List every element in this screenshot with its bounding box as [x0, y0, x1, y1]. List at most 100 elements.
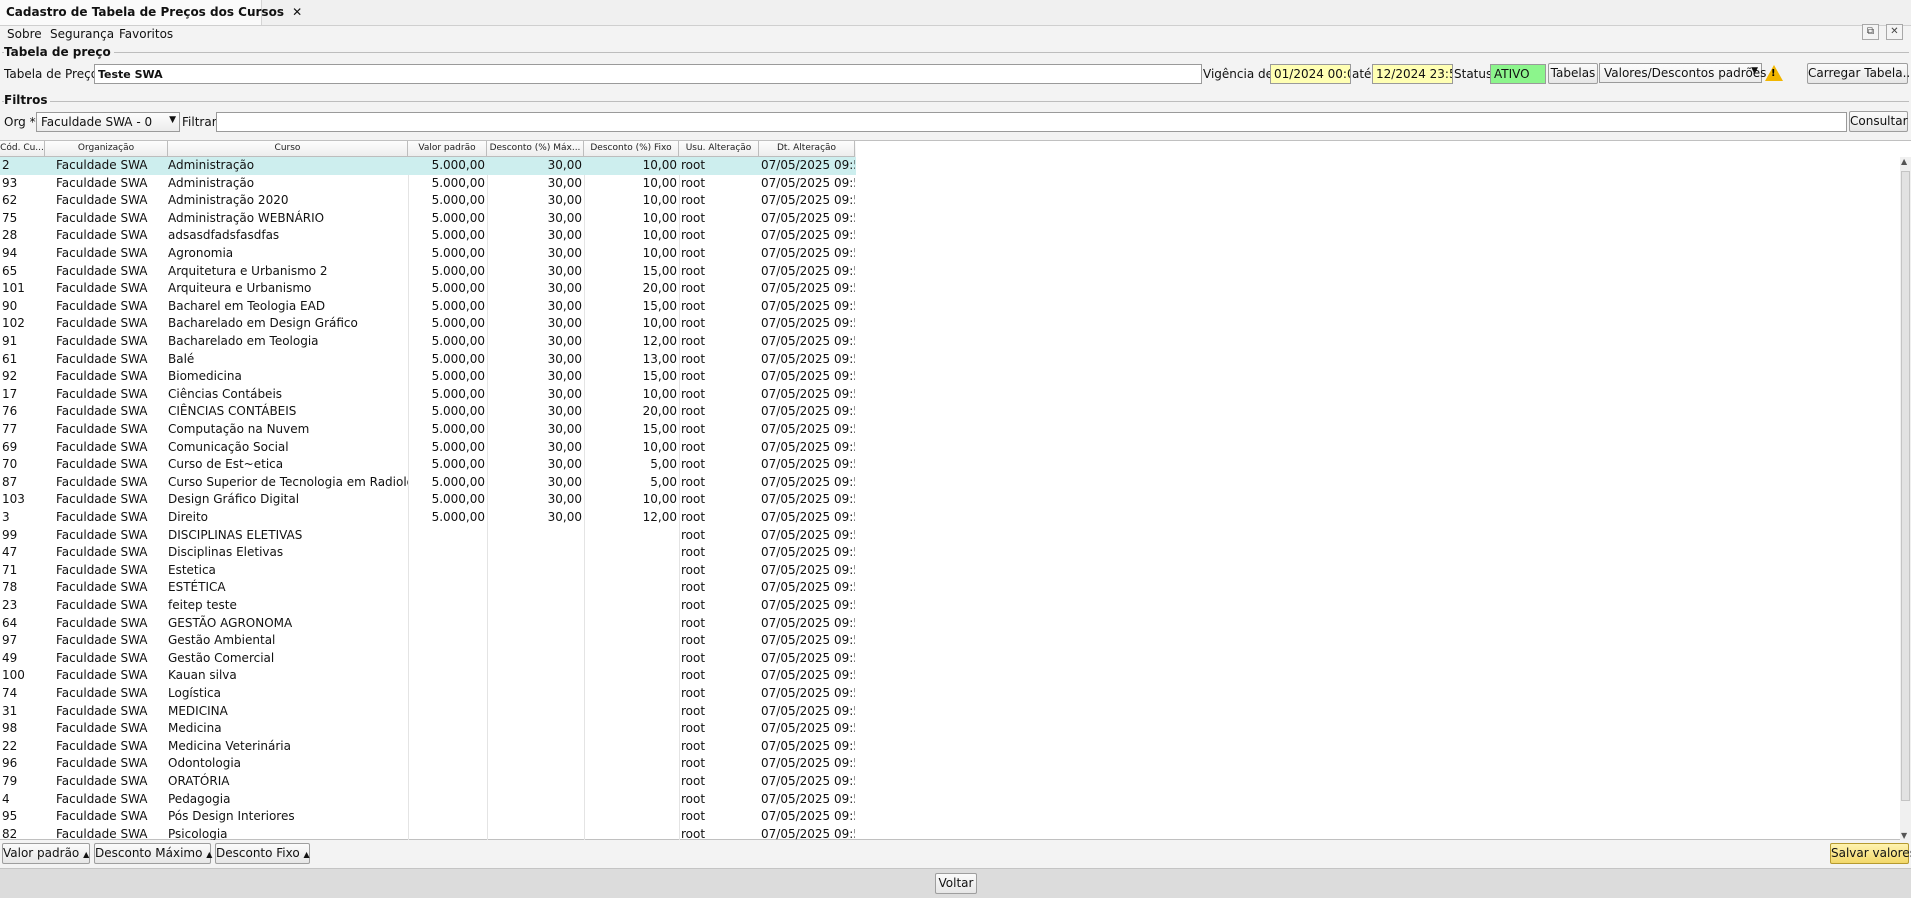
table-row[interactable]: 69 Faculdade SWA Comunicação Social 5.000,0…	[0, 439, 856, 457]
tabelas-button[interactable]: Tabelas	[1548, 63, 1598, 84]
vertical-scrollbar[interactable]: ▲ ▼	[1900, 157, 1911, 840]
status-field[interactable]: ATIVO	[1490, 64, 1546, 84]
table-row[interactable]: 94 Faculdade SWA Agronomia 5.000,00 30,00 10,…	[0, 245, 856, 263]
tabela-input[interactable]: Teste SWA	[94, 64, 1202, 84]
table-row[interactable]: 102 Faculdade SWA Bacharelado em Design Gr…	[0, 315, 856, 333]
cell-curso: Estetica	[168, 562, 216, 577]
cell-desconto-fixo	[584, 755, 679, 773]
table-row[interactable]: 103 Faculdade SWA Design Gráfico Digital 5.…	[0, 491, 856, 509]
valores-descontos-select[interactable]: Valores/Descontos padrões ▼	[1599, 63, 1766, 83]
cell-desconto-max: 30,00	[547, 510, 582, 524]
table-row[interactable]: 82 Faculdade SWA Psicologia root 07/05/2025 …	[0, 826, 856, 840]
consultar-button[interactable]: Consultar	[1849, 111, 1908, 132]
scroll-down-icon[interactable]: ▼	[1901, 831, 1907, 840]
cell-usu-alteracao: root	[681, 527, 706, 542]
column-header-dt-alteracao[interactable]: Dt. Alteração	[759, 141, 855, 157]
cell-usu-alteracao: root	[681, 774, 706, 788]
valor-padrao-button[interactable]: Valor padrão ▲	[2, 843, 90, 864]
column-header-cod[interactable]: Cód. Cu...	[0, 141, 45, 157]
cell-dt-alteracao: 07/05/2025 09:57	[761, 281, 855, 296]
table-row[interactable]: 28 Faculdade SWA adsasdfadsfasdfas 5.000,00…	[0, 227, 856, 245]
table-row[interactable]: 17 Faculdade SWA Ciências Contábeis 5.000,0…	[0, 386, 856, 404]
cell-desconto-max: 30,00	[547, 439, 582, 454]
cell-valor-padrao	[408, 703, 487, 721]
cell-desconto-fixo: 13,00	[642, 351, 677, 366]
table-row[interactable]: 22 Faculdade SWA Medicina Veterinária root 0…	[0, 738, 856, 756]
filtrar-input[interactable]	[216, 112, 1847, 132]
cell-valor-padrao	[408, 544, 487, 562]
cell-organizacao: Faculdade SWA	[56, 386, 148, 401]
table-row[interactable]: 47 Faculdade SWA Disciplinas Eletivas root 0…	[0, 544, 856, 562]
table-row[interactable]: 74 Faculdade SWA Logística root 07/05/2025 0…	[0, 685, 856, 703]
cell-curso: Gestão Comercial	[168, 650, 275, 665]
tabela-preco-legend: Tabela de preço	[4, 45, 114, 59]
table-row[interactable]: 96 Faculdade SWA Odontologia root 07/05/2025…	[0, 755, 856, 773]
table-row[interactable]: 98 Faculdade SWA Medicina root 07/05/2025 09…	[0, 720, 856, 738]
salvar-valores-button[interactable]: Salvar valores	[1830, 843, 1911, 864]
table-row[interactable]: 78 Faculdade SWA ESTÉTICA root 07/05/2025 09…	[0, 579, 856, 597]
table-row[interactable]: 64 Faculdade SWA GESTÃO AGRONOMA root 07/05/…	[0, 615, 856, 633]
desconto-fixo-button[interactable]: Desconto Fixo ▲	[215, 843, 310, 864]
table-row[interactable]: 61 Faculdade SWA Balé 5.000,00 30,00 13,00 roo…	[0, 351, 856, 369]
table-row[interactable]: 87 Faculdade SWA Curso Superior de Tecnolo…	[0, 474, 856, 492]
cell-usu-alteracao: root	[681, 281, 706, 296]
table-row[interactable]: 93 Faculdade SWA Administração 5.000,00 30,0…	[0, 175, 856, 193]
cell-valor-padrao: 5.000,00	[431, 158, 485, 172]
cell-cod: 78	[2, 580, 18, 595]
vigencia-ate-input[interactable]: 12/2024 23:59	[1372, 64, 1453, 84]
cell-cod: 82	[2, 826, 18, 840]
vigencia-de-input[interactable]: 01/2024 00:00	[1270, 64, 1351, 84]
table-row[interactable]: 3 Faculdade SWA Direito 5.000,00 30,00 12,00 r…	[0, 509, 856, 527]
cell-dt-alteracao: 07/05/2025 09:57	[761, 510, 855, 524]
table-row[interactable]: 4 Faculdade SWA Pedagogia root 07/05/2025 09…	[0, 791, 856, 809]
scroll-up-icon[interactable]: ▲	[1901, 157, 1907, 166]
column-header-curso[interactable]: Curso	[168, 141, 408, 157]
table-row[interactable]: 97 Faculdade SWA Gestão Ambiental root 07/05…	[0, 632, 856, 650]
column-header-valor-padrao[interactable]: Valor padrão	[408, 141, 487, 157]
filtros-legend: Filtros	[4, 93, 51, 107]
table-row[interactable]: 100 Faculdade SWA Kauan silva root 07/05/202…	[0, 667, 856, 685]
table-row[interactable]: 71 Faculdade SWA Estetica root 07/05/2025 09…	[0, 562, 856, 580]
table-row[interactable]: 49 Faculdade SWA Gestão Comercial root 07/05…	[0, 650, 856, 668]
table-row[interactable]: 90 Faculdade SWA Bacharel em Teologia EAD 5…	[0, 298, 856, 316]
table-row[interactable]: 65 Faculdade SWA Arquitetura e Urbanismo 2…	[0, 263, 856, 281]
column-header-desconto-max[interactable]: Desconto (%) Máx...	[487, 141, 584, 157]
tab-close-icon[interactable]: ✕	[292, 5, 302, 19]
table-row[interactable]: 101 Faculdade SWA Arquiteura e Urbanismo 5.…	[0, 280, 856, 298]
table-row[interactable]: 76 Faculdade SWA CIÊNCIAS CONTÁBEIS 5.000,0…	[0, 403, 856, 421]
column-header-organizacao[interactable]: Organização	[45, 141, 168, 157]
table-row[interactable]: 92 Faculdade SWA Biomedicina 5.000,00 30,00 1…	[0, 368, 856, 386]
table-row[interactable]: 91 Faculdade SWA Bacharelado em Teologia 5.…	[0, 333, 856, 351]
cell-valor-padrao	[408, 632, 487, 650]
cell-cod: 23	[2, 598, 18, 612]
carregar-tabela-button[interactable]: Carregar Tabela...	[1807, 63, 1911, 84]
table-row[interactable]: 95 Faculdade SWA Pós Design Interiores root…	[0, 808, 856, 826]
cell-desconto-fixo: 20,00	[642, 281, 677, 296]
table-row[interactable]: 31 Faculdade SWA MEDICINA root 07/05/2025 09…	[0, 703, 856, 721]
cell-desconto-max: 30,00	[547, 334, 582, 348]
menu-sobre[interactable]: Sobre	[7, 27, 42, 41]
table-row[interactable]: 23 Faculdade SWA feitep teste root 07/05/202…	[0, 597, 856, 615]
table-row[interactable]: 75 Faculdade SWA Administração WEBNÁRIO 5.0…	[0, 210, 856, 228]
tab-cadastro[interactable]: Cadastro de Tabela de Preços dos Cursos …	[0, 0, 302, 25]
table-row[interactable]: 77 Faculdade SWA Computação na Nuvem 5.000,…	[0, 421, 856, 439]
table-row[interactable]: 2 Faculdade SWA Administração 5.000,00 30,00…	[0, 157, 856, 175]
desconto-maximo-button[interactable]: Desconto Máximo ▲	[94, 843, 212, 864]
column-header-usu-alteracao[interactable]: Usu. Alteração	[679, 141, 759, 157]
table-row[interactable]: 79 Faculdade SWA ORATÓRIA root 07/05/2025 09…	[0, 773, 856, 791]
table-row[interactable]: 99 Faculdade SWA DISCIPLINAS ELETIVAS root 0…	[0, 527, 856, 545]
column-header-desconto-fixo[interactable]: Desconto (%) Fixo	[584, 141, 679, 157]
menu-seguranca[interactable]: Segurança	[50, 27, 114, 41]
table-row[interactable]: 70 Faculdade SWA Curso de Est~etica 5.000,0…	[0, 456, 856, 474]
cell-cod: 87	[2, 474, 18, 489]
table-row[interactable]: 62 Faculdade SWA Administração 2020 5.000,0…	[0, 192, 856, 210]
org-select[interactable]: Faculdade SWA - 0 ▼	[36, 112, 180, 132]
cell-valor-padrao: 5.000,00	[431, 457, 485, 472]
menu-favoritos[interactable]: Favoritos	[119, 27, 173, 41]
warning-icon[interactable]: !	[1765, 65, 1783, 81]
voltar-button[interactable]: Voltar	[935, 873, 977, 894]
cell-valor-padrao: 5.000,00	[431, 510, 485, 524]
cell-desconto-fixo: 10,00	[642, 158, 677, 172]
cell-usu-alteracao: root	[681, 562, 706, 577]
scrollbar-thumb[interactable]	[1901, 171, 1910, 801]
